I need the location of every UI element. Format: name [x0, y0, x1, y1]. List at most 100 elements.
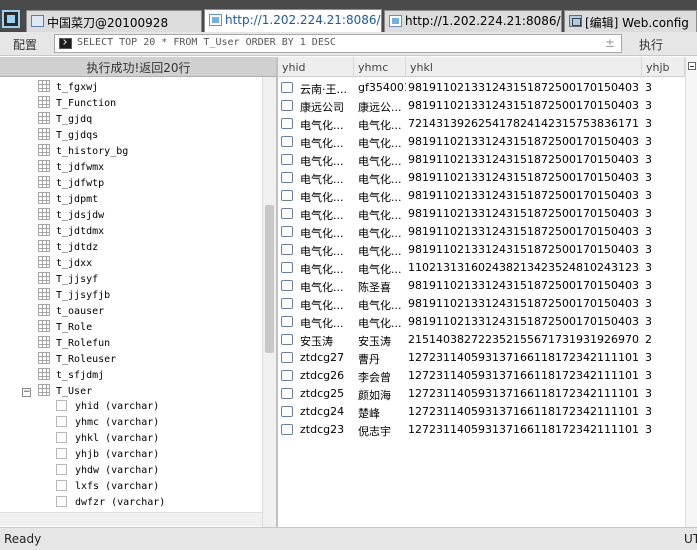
table-icon	[38, 320, 50, 332]
table-row[interactable]: 电气化... 电气化... 7214313926254178241423157538…	[278, 115, 685, 133]
grid-column-header[interactable]: yhkl	[406, 57, 642, 77]
tab-database[interactable]: http://1.202.224.21:8086/1.a...	[204, 9, 382, 32]
row-icon	[281, 352, 293, 363]
tree-table-item[interactable]: T_gjdqs	[38, 128, 98, 144]
tree-table-item[interactable]: t_jdtdmx	[38, 224, 104, 240]
tree-table-item[interactable]: t_jdtdz	[38, 240, 98, 256]
table-row[interactable]: 电气化... 电气化... 9819110213312431518725001701…	[278, 133, 685, 151]
tree-item-label: t_jdtdz	[56, 242, 99, 253]
table-row[interactable]: 电气化... 电气化... 9819110213312431518725001701…	[278, 151, 685, 169]
tree-table-item[interactable]: t_oauser	[38, 304, 104, 320]
grid-cell: 电气化...	[300, 191, 344, 204]
table-row[interactable]: ztdcg24 楚峰 1272311405931371661181723421111…	[278, 403, 685, 421]
table-row[interactable]: 康远公司 康远公... 981911021331243151872500170150…	[278, 97, 685, 115]
table-icon	[38, 96, 50, 108]
sql-input[interactable]: SELECT TOP 20 * FROM T_User ORDER BY 1 D…	[54, 34, 622, 53]
table-row[interactable]: 电气化... 电气化... 1102131316024382134235248102…	[278, 259, 685, 277]
history-toggle-button[interactable]: ±	[605, 36, 615, 50]
table-row[interactable]: ztdcg26 李会曾 127231140593137166118172342111…	[278, 367, 685, 385]
tree-item-label: t_jdfwtp	[56, 178, 105, 189]
table-row[interactable]: 云南·王... gf354001 9819110213312431518725001…	[278, 79, 685, 97]
table-row[interactable]: 电气化... 电气化... 9819110213312431518725001701…	[278, 295, 685, 313]
tab-label: 中国菜刀@20100928	[47, 16, 169, 30]
scrollbar-thumb[interactable]	[265, 205, 274, 353]
tree-column-item[interactable]: yhid (varchar)	[56, 400, 159, 416]
tree-table-item[interactable]: t_jdxx	[38, 256, 92, 272]
tab-file-manager[interactable]: http://1.202.224.21:8086/1.a...	[384, 10, 562, 32]
result-status: 执行成功!返回20行	[0, 57, 277, 77]
tree-table-item[interactable]: T_Function	[38, 96, 116, 112]
tree-column-item[interactable]: yhdw (varchar)	[56, 464, 159, 480]
tree-table-item[interactable]: t_jdsjdw	[38, 208, 104, 224]
tree-item-label: t_history_bg	[56, 146, 129, 157]
table-row[interactable]: ztdcg23 倪志宇 127231140593137166118172342111…	[278, 421, 685, 439]
grid-column-header[interactable]: yhid	[278, 57, 354, 77]
table-row[interactable]: ztdcg25 颜如海 127231140593137166118172342111…	[278, 385, 685, 403]
tree-table-item[interactable]: T_Role	[38, 320, 92, 336]
collapse-node-icon[interactable]: −	[22, 388, 31, 397]
tree-table-item[interactable]: T_jjsyf	[38, 272, 98, 288]
grid-cell: 3	[645, 117, 652, 130]
table-row[interactable]: 安玉涛 安玉涛 2151403827223521556717319319269701…	[278, 331, 685, 349]
tab-caidao[interactable]: 中国菜刀@20100928	[26, 10, 202, 32]
execute-button[interactable]: 执行	[625, 34, 677, 54]
grid-cell: 3	[645, 171, 652, 184]
table-icon	[38, 208, 50, 220]
grid-cell: 3	[645, 189, 652, 202]
grid-cell: 李会曾	[358, 371, 391, 384]
tree-column-item[interactable]: dwfzr (varchar)	[56, 496, 165, 512]
tree-table-item[interactable]: t_jdpmt	[38, 192, 98, 208]
tree-column-item[interactable]: yhmc (varchar)	[56, 416, 159, 432]
tree-column-item[interactable]: yhjb (varchar)	[56, 448, 159, 464]
row-icon	[281, 406, 293, 417]
tree-table-item[interactable]: T_Roleuser	[38, 352, 116, 368]
table-row[interactable]: 电气化... 电气化... 9819110213312431518725001701…	[278, 187, 685, 205]
grid-cell: 12723114059313716611817234211110118​12..…	[408, 351, 640, 364]
config-button[interactable]: 配置	[0, 34, 50, 54]
grid-cell: 3	[645, 297, 652, 310]
tree-table-item[interactable]: t_history_bg	[38, 144, 128, 160]
tree-column-item[interactable]: lxfs (varchar)	[56, 480, 159, 496]
tree-table-item[interactable]: T_jjsyfjb	[38, 288, 110, 304]
row-icon	[281, 226, 293, 237]
tree-table-item[interactable]: t_fgxwj	[38, 80, 98, 96]
grid-cell: 3	[645, 81, 652, 94]
tree-item-label: T_jjsyfjb	[56, 290, 111, 301]
table-icon	[38, 352, 50, 364]
table-icon	[38, 304, 50, 316]
grid-cell: 倪志宇	[358, 425, 391, 438]
grid-column-header[interactable]: yhjb	[642, 57, 685, 77]
table-row[interactable]: 电气化... 电气化... 9819110213312431518725001701…	[278, 223, 685, 241]
tree-table-item[interactable]: T_gjdq	[38, 112, 92, 128]
table-row[interactable]: 电气化... 电气化... 9819110213312431518725001701…	[278, 169, 685, 187]
table-row[interactable]: 电气化... 电气化... 9819110213312431518725001701…	[278, 241, 685, 259]
tree-table-item[interactable]: t_sfjdmj	[38, 368, 104, 384]
row-icon	[281, 190, 293, 201]
status-bar: Ready UTF-8	[0, 527, 697, 550]
tree-table-item[interactable]: t_jdfwmx	[38, 160, 104, 176]
table-row[interactable]: ztdcg27 曹丹 1272311405931371661181723421111…	[278, 349, 685, 367]
table-icon	[38, 176, 50, 188]
table-row[interactable]: 电气化... 电气化... 9819110213312431518725001701…	[278, 205, 685, 223]
table-row[interactable]: 电气化... 电气化... 9819110213312431518725001701…	[278, 313, 685, 331]
collapse-icon[interactable]	[688, 62, 696, 70]
tree-table-item[interactable]: T_User	[38, 384, 92, 400]
row-icon	[281, 334, 293, 345]
grid-cell: 3	[645, 405, 652, 418]
tree-item-label: t_jdtdmx	[56, 226, 105, 237]
tree-horizontal-scrollbar[interactable]	[0, 512, 262, 526]
table-icon	[38, 128, 50, 140]
tree-column-item[interactable]: yhkl (varchar)	[56, 432, 159, 448]
window-icon[interactable]	[2, 10, 20, 28]
tree-item-label: yhmc (varchar)	[75, 417, 160, 428]
tree-item-label: T_Role	[56, 322, 93, 333]
tree-vertical-scrollbar[interactable]	[262, 77, 276, 527]
tree-table-item[interactable]: t_jdfwtp	[38, 176, 104, 192]
grid-cell: 98191102133124315187250017015040372​00..…	[408, 171, 640, 184]
tree-table-item[interactable]: T_Rolefun	[38, 336, 110, 352]
table-row[interactable]: 电气化... 陈圣喜 9819110213312431518725001701504…	[278, 277, 685, 295]
grid-cell: 3	[645, 279, 652, 292]
tree-item-label: t_sfjdmj	[56, 370, 105, 381]
tab-web-config[interactable]: [编辑] Web.config	[564, 10, 697, 32]
grid-column-header[interactable]: yhmc	[354, 57, 406, 77]
